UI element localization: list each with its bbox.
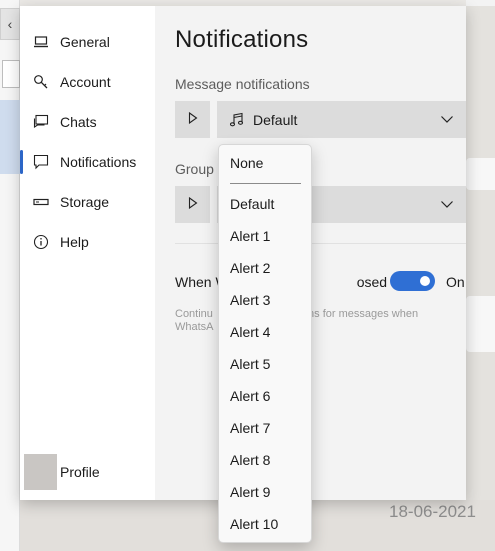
background-search-field[interactable] (2, 60, 20, 88)
background-back-button[interactable]: ‹ (0, 8, 20, 40)
music-note-icon (229, 112, 245, 128)
storage-drive-icon (33, 194, 49, 210)
play-icon (188, 111, 198, 127)
dropdown-option-none[interactable]: None (230, 155, 263, 171)
nav-item-help[interactable]: Help (20, 222, 155, 262)
background-selected-chat[interactable] (0, 100, 20, 174)
dropdown-option-alert-1[interactable]: Alert 1 (230, 228, 270, 244)
chevron-down-icon (440, 197, 454, 214)
nav-item-label: General (60, 34, 110, 50)
dropdown-option-alert-4[interactable]: Alert 4 (230, 324, 270, 340)
background-date-label: 18-06-2021 (389, 502, 476, 521)
dropdown-option-alert-10[interactable]: Alert 10 (230, 516, 278, 532)
background-message-bubble (466, 296, 495, 352)
background-conversation-pane (466, 0, 495, 551)
dropdown-option-alert-3[interactable]: Alert 3 (230, 292, 270, 308)
dropdown-option-alert-7[interactable]: Alert 7 (230, 420, 270, 436)
nav-item-label: Chats (60, 114, 97, 130)
message-notifications-label: Message notifications (175, 76, 310, 92)
nav-item-notifications[interactable]: Notifications (20, 142, 155, 182)
dropdown-option-alert-2[interactable]: Alert 2 (230, 260, 270, 276)
description-start: Continu (175, 308, 213, 320)
nav-item-storage[interactable]: Storage (20, 182, 155, 222)
key-icon (33, 74, 49, 90)
laptop-icon (33, 34, 49, 50)
chat-bubble-icon (33, 114, 49, 130)
message-sound-select[interactable]: Default (217, 101, 466, 138)
nav-item-label: Account (60, 74, 111, 90)
page-title: Notifications (175, 26, 309, 53)
nav-item-profile[interactable]: Profile (24, 454, 100, 490)
nav-item-label: Notifications (60, 154, 137, 170)
background-message-bubble (466, 158, 495, 190)
dropdown-option-alert-9[interactable]: Alert 9 (230, 484, 270, 500)
nav-item-general[interactable]: General (20, 22, 155, 62)
group-play-button[interactable] (175, 186, 210, 223)
nav-item-account[interactable]: Account (20, 62, 155, 102)
settings-nav: General Account Chats Notifications Stor… (20, 6, 155, 500)
nav-item-label: Storage (60, 194, 110, 210)
sound-dropdown-menu: None Default Alert 1 Alert 2 Alert 3 Ale… (218, 144, 312, 543)
play-icon (188, 196, 198, 212)
profile-label: Profile (60, 464, 100, 480)
nav-item-label: Help (60, 234, 89, 250)
dropdown-option-alert-6[interactable]: Alert 6 (230, 388, 270, 404)
nav-item-chats[interactable]: Chats (20, 102, 155, 142)
toggle-state-label: On (446, 274, 465, 290)
message-sound-value: Default (253, 111, 298, 128)
toggle-label-end: osed (356, 274, 388, 290)
dropdown-option-default[interactable]: Default (230, 196, 274, 212)
background-title-bar (466, 0, 495, 6)
dropdown-option-alert-8[interactable]: Alert 8 (230, 452, 270, 468)
info-icon (33, 234, 49, 250)
notifications-toggle[interactable] (390, 271, 435, 291)
group-notifications-label: Group (175, 161, 214, 177)
background-chat-list: ‹ (0, 0, 20, 551)
avatar (24, 454, 57, 490)
chevron-down-icon (440, 112, 454, 129)
dropdown-separator (230, 183, 301, 184)
message-bubble-icon (33, 154, 49, 170)
message-play-button[interactable] (175, 101, 210, 138)
toggle-knob (420, 276, 430, 286)
dropdown-option-alert-5[interactable]: Alert 5 (230, 356, 270, 372)
